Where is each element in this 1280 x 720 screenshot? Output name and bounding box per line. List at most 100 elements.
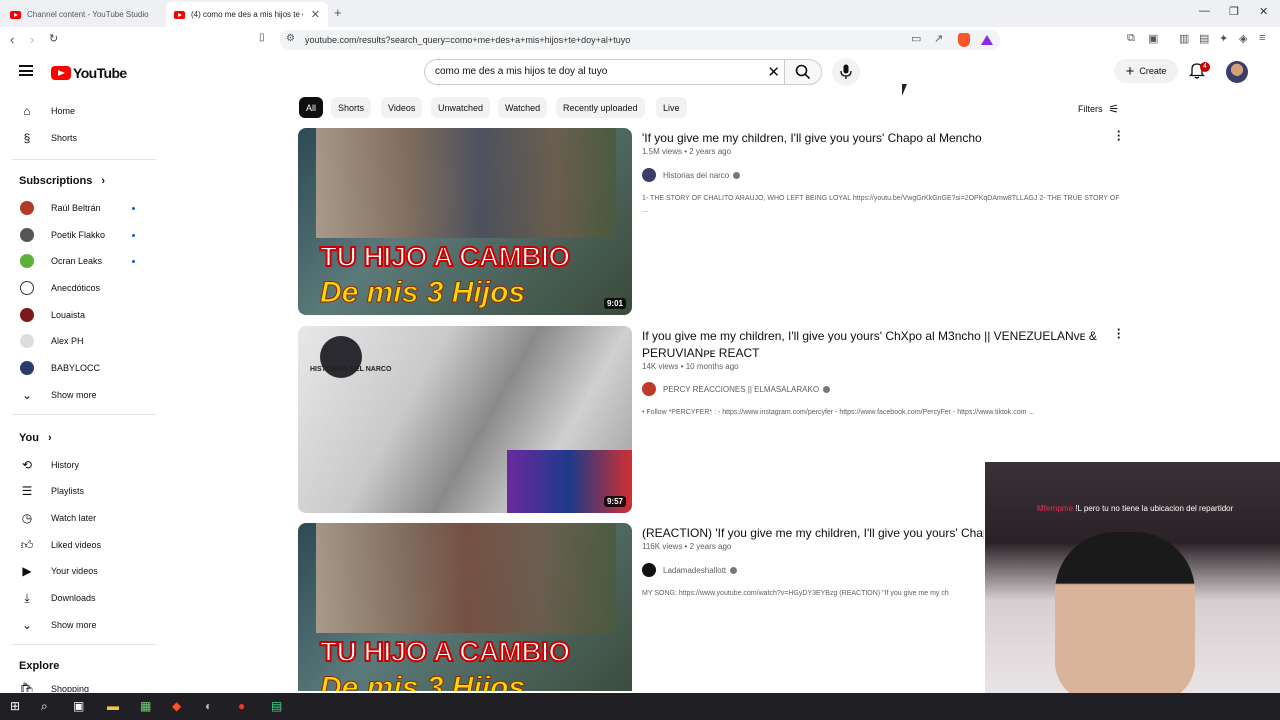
video-thumbnail[interactable]: TU HIJO A CAMBIO De mis 3 Hijos 9:01 (298, 128, 632, 315)
extensions-icon[interactable]: ⧉ (1127, 32, 1135, 45)
new-content-dot (132, 233, 135, 237)
subscriptions-heading[interactable]: Subscriptions › (19, 175, 105, 187)
sidebar-subscription[interactable]: Alex PH (0, 328, 160, 354)
video-thumbnail[interactable]: TU HIJO A CAMBIO De mis 3 Hijos (298, 523, 632, 691)
more-actions-icon[interactable]: · · · (1116, 323, 1122, 344)
hamburger-menu-icon[interactable] (19, 65, 33, 76)
sidebar-toggle-icon[interactable]: ▥ (1179, 32, 1189, 45)
channel-link[interactable]: PERCY REACCIONES || ELMASALARAKO (642, 382, 831, 396)
close-tab-icon[interactable]: ✕ (311, 8, 320, 21)
forward-icon[interactable]: › (30, 32, 34, 47)
tab-youtube-studio[interactable]: Channel content - YouTube Studio (2, 2, 164, 27)
minimize-icon[interactable]: — (1199, 5, 1210, 17)
tab-search-results[interactable]: (4) como me des a mis hijos te d ✕ (166, 2, 328, 27)
site-info-icon[interactable]: ⚙ (286, 33, 295, 44)
channel-avatar (19, 333, 35, 349)
cast-icon[interactable]: ▭ (911, 32, 921, 45)
filters-label: Filters (1078, 104, 1103, 114)
sidebar-subscription[interactable]: BABYLOCC (0, 355, 160, 381)
sidebar-subscription[interactable]: Ocran Leaks (0, 248, 160, 274)
app-icon[interactable]: ◐ (205, 699, 212, 713)
sidebar-item-home[interactable]: ⌂ Home (0, 98, 160, 124)
sidebar-item-label: Shopping (51, 684, 90, 692)
video-title[interactable]: (REACTION) 'If you give me my children, … (642, 525, 984, 542)
voice-search-button[interactable] (832, 58, 860, 86)
chip-all[interactable]: All (299, 97, 324, 118)
chevron-down-icon: ⌄ (21, 618, 33, 632)
account-avatar[interactable] (1226, 61, 1248, 83)
sidebar-subscription[interactable]: Louaista (0, 302, 160, 328)
share-icon[interactable]: ↗ (934, 32, 943, 45)
channel-link[interactable]: Historias del narco (642, 168, 741, 182)
store-icon[interactable]: ▦ (140, 699, 151, 713)
like-icon: 👍︎ (20, 537, 34, 552)
more-actions-icon[interactable]: · · · (1116, 125, 1122, 146)
you-heading[interactable]: You › (19, 432, 52, 444)
brave-shields-icon[interactable] (958, 33, 970, 47)
windows-start-icon[interactable]: ⊞ (10, 699, 20, 713)
chip-live[interactable]: Live (656, 97, 687, 118)
leo-ai-icon[interactable]: ✦ (1219, 32, 1228, 45)
task-view-icon[interactable]: ▣ (73, 699, 84, 713)
video-description: MY SONG: https://www.youtube.com/watch?v… (642, 590, 949, 597)
channel-name: Historias del narco (663, 170, 730, 180)
url-field[interactable]: ⚙ youtube.com/results?search_query=como+… (280, 30, 1000, 50)
restore-icon[interactable]: ❐ (1229, 5, 1239, 18)
clear-search-icon[interactable]: ✕ (767, 63, 780, 81)
sidebar-item-your-videos[interactable]: ▶ Your videos (0, 558, 160, 584)
chip-watched[interactable]: Watched (498, 97, 548, 118)
youtube-header: YouTube como me des a mis hijos te doy a… (0, 53, 1280, 91)
vpn-icon[interactable]: ◈ (1239, 32, 1247, 45)
video-title[interactable]: If you give me my children, I'll give yo… (642, 328, 1102, 362)
show-more-you[interactable]: ⌄ Show more (0, 612, 160, 638)
channel-link[interactable]: Ladamadeshallott (642, 563, 738, 577)
chip-recently-uploaded[interactable]: Recently uploaded (556, 97, 645, 118)
reload-icon[interactable]: ↻ (49, 32, 58, 45)
sidebar-item-downloads[interactable]: ⤓ Downloads (0, 585, 160, 611)
wallet2-icon[interactable]: ▤ (1199, 32, 1209, 45)
sidebar-item-playlists[interactable]: ☰ Playlists (0, 478, 160, 504)
filters-button[interactable]: Filters ⚟ (1078, 102, 1119, 116)
sidebar-item-shorts[interactable]: § Shorts (0, 125, 160, 151)
menu-icon[interactable]: ≡ (1259, 32, 1265, 44)
chip-unwatched[interactable]: Unwatched (431, 97, 491, 118)
close-window-icon[interactable]: ✕ (1259, 5, 1268, 18)
show-more-subscriptions[interactable]: ⌄ Show more (0, 382, 160, 408)
sidebar-item-label: History (51, 460, 80, 470)
sidebar-item-watch-later[interactable]: ◷ Watch later (0, 505, 160, 531)
brave-browser-icon[interactable]: ◆ (172, 699, 181, 713)
file-explorer-icon[interactable]: ▬ (107, 699, 119, 713)
search-icon[interactable]: ⌕ (41, 699, 48, 714)
sidebar-subscription[interactable]: Raúl Beltrán (0, 195, 160, 221)
sidebar-item-label: Home (51, 106, 76, 116)
bookmark-icon[interactable]: ▯ (259, 32, 265, 43)
thumbnail-people (316, 523, 616, 633)
sidebar-item-history[interactable]: ⟲ History (0, 452, 160, 478)
sidebar-item-label: Your videos (51, 566, 98, 576)
app-icon[interactable]: ● (238, 699, 245, 713)
chip-shorts[interactable]: Shorts (331, 97, 372, 118)
streamer-figure (1055, 532, 1195, 693)
chip-videos[interactable]: Videos (381, 97, 423, 118)
sidebar-item-liked-videos[interactable]: 👍︎ Liked videos (0, 532, 160, 558)
video-title[interactable]: 'If you give me my children, I'll give y… (642, 130, 1102, 147)
search-input[interactable]: como me des a mis hijos te doy al tuyo ✕ (424, 59, 790, 85)
chat-message: Mfernpme !L pero tu no tiene la ubicacio… (1037, 504, 1233, 513)
create-button[interactable]: + Create (1114, 59, 1178, 83)
wallet-icon[interactable]: ▣ (1148, 32, 1158, 45)
brave-rewards-icon[interactable] (981, 35, 993, 45)
youtube-logo[interactable]: YouTube (51, 65, 127, 81)
channel-avatar (19, 360, 35, 376)
video-thumbnail[interactable]: HISTORIAS DEL NARCO 9:57 (298, 326, 632, 513)
search-button[interactable] (784, 59, 822, 85)
channel-name: PERCY REACCIONES || ELMASALARAKO (663, 384, 820, 394)
back-icon[interactable]: ‹ (10, 32, 14, 47)
new-tab-icon[interactable]: + (334, 5, 342, 20)
sidebar-subscription[interactable]: Poetik Flakko (0, 222, 160, 248)
shorts-icon: § (23, 131, 31, 145)
video-result[interactable]: TU HIJO A CAMBIO De mis 3 Hijos 9:01 'If… (298, 125, 1128, 318)
app-icon[interactable]: ▤ (271, 699, 282, 713)
sidebar-subscription[interactable]: Anecdóticos (0, 275, 160, 301)
verified-icon (823, 385, 831, 393)
sidebar-item-shopping[interactable]: 🛍︎ Shopping (0, 676, 160, 692)
